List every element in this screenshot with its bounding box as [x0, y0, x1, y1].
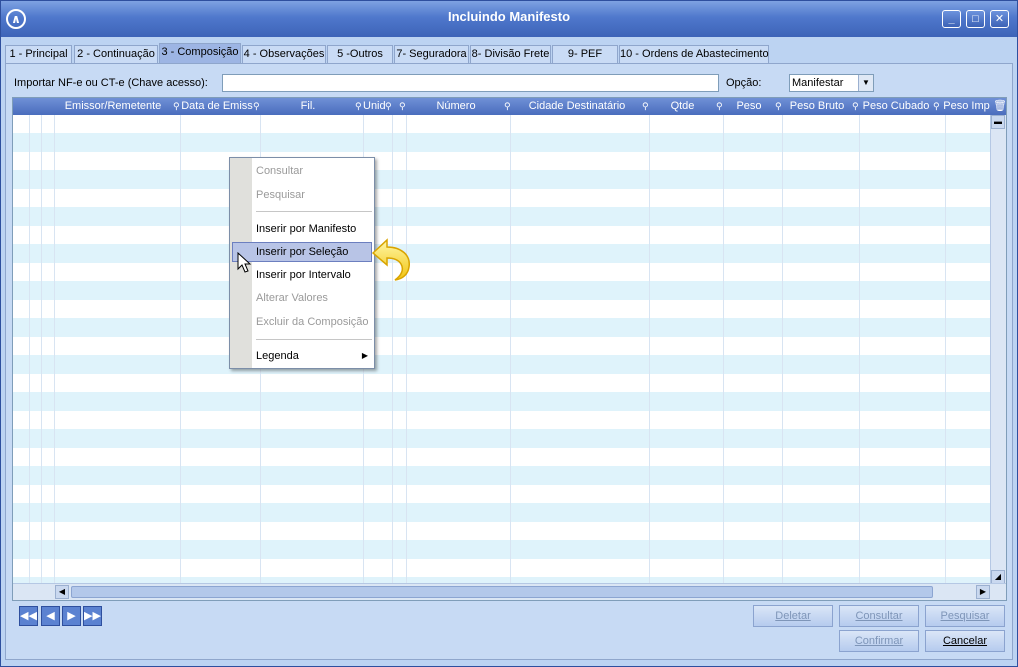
- scroll-left-icon[interactable]: ◀: [55, 585, 69, 599]
- tab-continuacao[interactable]: 2 - Continuação: [74, 45, 158, 63]
- menu-separator: [256, 211, 372, 212]
- confirmar-button[interactable]: Confirmar: [839, 630, 919, 652]
- submenu-arrow-icon: ▶: [361, 351, 368, 360]
- tab-principal[interactable]: 1 - Principal: [5, 45, 72, 63]
- menu-separator: [256, 339, 372, 340]
- menu-item-legenda-label: Legenda: [256, 350, 299, 362]
- tab-divisao-frete[interactable]: 8- Divisão Frete: [470, 45, 551, 63]
- last-record-button[interactable]: ▶▶: [83, 606, 102, 626]
- close-button[interactable]: ✕: [990, 10, 1009, 28]
- tab-content-composicao: Importar NF-e ou CT-e (Chave acesso): Op…: [5, 63, 1013, 660]
- menu-item-inserir-intervalo[interactable]: Inserir por Intervalo: [232, 265, 372, 285]
- grid-divider: [54, 115, 55, 583]
- window-title: Incluindo Manifesto: [447, 9, 571, 24]
- column-header-peso-imp[interactable]: Peso Imp: [941, 98, 992, 115]
- column-header-unidade[interactable]: Unid: [363, 98, 385, 115]
- horizontal-scrollbar[interactable]: ◀ ▶: [13, 583, 1006, 600]
- minimize-button[interactable]: _: [942, 10, 961, 28]
- menu-item-inserir-manifesto[interactable]: Inserir por Manifesto: [232, 219, 372, 239]
- grid-divider: [29, 115, 30, 583]
- deletar-button[interactable]: Deletar: [753, 605, 833, 627]
- scroll-thumb[interactable]: [71, 586, 933, 598]
- grid-divider: [406, 115, 407, 583]
- grid-divider: [392, 115, 393, 583]
- column-header-peso-bruto[interactable]: Peso Bruto: [783, 98, 851, 115]
- scroll-up-icon[interactable]: ▬: [991, 115, 1005, 129]
- tab-outros[interactable]: 5 -Outros: [327, 45, 393, 63]
- grid-divider: [510, 115, 511, 583]
- menu-item-inserir-selecao[interactable]: Inserir por Seleção: [232, 242, 372, 262]
- column-header-cidade-destinatario[interactable]: Cidade Destinatário: [512, 98, 642, 115]
- menu-item-excluir-composicao[interactable]: Excluir da Composição: [232, 312, 372, 332]
- grid-divider: [945, 115, 946, 583]
- column-header-peso[interactable]: Peso: [724, 98, 774, 115]
- grid-divider: [782, 115, 783, 583]
- tab-observacoes[interactable]: 4 - Observações: [242, 45, 326, 63]
- tab-composicao[interactable]: 3 - Composição: [159, 43, 241, 63]
- menu-item-consultar[interactable]: Consultar: [232, 161, 372, 181]
- menu-item-alterar-valores[interactable]: Alterar Valores: [232, 288, 372, 308]
- opcao-selected-value: Manifestar: [792, 77, 844, 89]
- curved-arrow-icon: [371, 238, 410, 281]
- title-bar: ∧ Incluindo Manifesto _ □ ✕: [1, 1, 1017, 37]
- grid-header: Emissor/Remetente ⚲ Data de Emiss ⚲ Fil.…: [13, 98, 1006, 115]
- vertical-scrollbar[interactable]: ▬ ◢: [990, 115, 1006, 584]
- tab-seguradora[interactable]: 7- Seguradora: [394, 45, 469, 63]
- scroll-right-icon[interactable]: ▶: [976, 585, 990, 599]
- main-window: ∧ Incluindo Manifesto _ □ ✕ 1 - Principa…: [0, 0, 1018, 667]
- trash-icon[interactable]: 🗑: [992, 98, 1006, 115]
- composition-grid[interactable]: Emissor/Remetente ⚲ Data de Emiss ⚲ Fil.…: [12, 97, 1007, 601]
- tab-ordens-abastecimento[interactable]: 10 - Ordens de Abastecimento: [619, 45, 769, 63]
- grid-divider: [859, 115, 860, 583]
- column-header-filial[interactable]: Fil.: [261, 98, 355, 115]
- column-header-emissor[interactable]: Emissor/Remetente: [55, 98, 171, 115]
- resize-grip-icon[interactable]: ◢: [991, 570, 1005, 584]
- search-icon[interactable]: ⚲: [399, 101, 408, 111]
- mouse-pointer-icon: [237, 252, 252, 273]
- column-header-peso-cubado[interactable]: Peso Cubado: [860, 98, 932, 115]
- grid-divider: [649, 115, 650, 583]
- first-record-button[interactable]: ◀◀: [19, 606, 38, 626]
- tab-pef[interactable]: 9- PEF: [552, 45, 618, 63]
- consultar-button[interactable]: Consultar: [839, 605, 919, 627]
- import-label: Importar NF-e ou CT-e (Chave acesso):: [14, 77, 208, 89]
- menu-item-pesquisar[interactable]: Pesquisar: [232, 185, 372, 205]
- cancelar-button[interactable]: Cancelar: [925, 630, 1005, 652]
- grid-divider: [180, 115, 181, 583]
- import-key-input[interactable]: [222, 74, 719, 92]
- column-header-data-emissao[interactable]: Data de Emiss: [181, 98, 253, 115]
- next-record-button[interactable]: ▶: [62, 606, 81, 626]
- grid-divider: [723, 115, 724, 583]
- previous-record-button[interactable]: ◀: [41, 606, 60, 626]
- grid-divider: [41, 115, 42, 583]
- opcao-label: Opção:: [726, 77, 762, 89]
- maximize-button[interactable]: □: [966, 10, 985, 28]
- menu-item-legenda[interactable]: Legenda ▶: [232, 346, 372, 366]
- column-header-numero[interactable]: Número: [408, 98, 504, 115]
- column-header-qtde[interactable]: Qtde: [650, 98, 715, 115]
- opcao-select[interactable]: Manifestar ▼: [789, 74, 874, 92]
- column-header-extra[interactable]: [393, 98, 397, 115]
- grid-rows: [13, 115, 992, 584]
- pesquisar-button[interactable]: Pesquisar: [925, 605, 1005, 627]
- chevron-down-icon[interactable]: ▼: [858, 75, 873, 91]
